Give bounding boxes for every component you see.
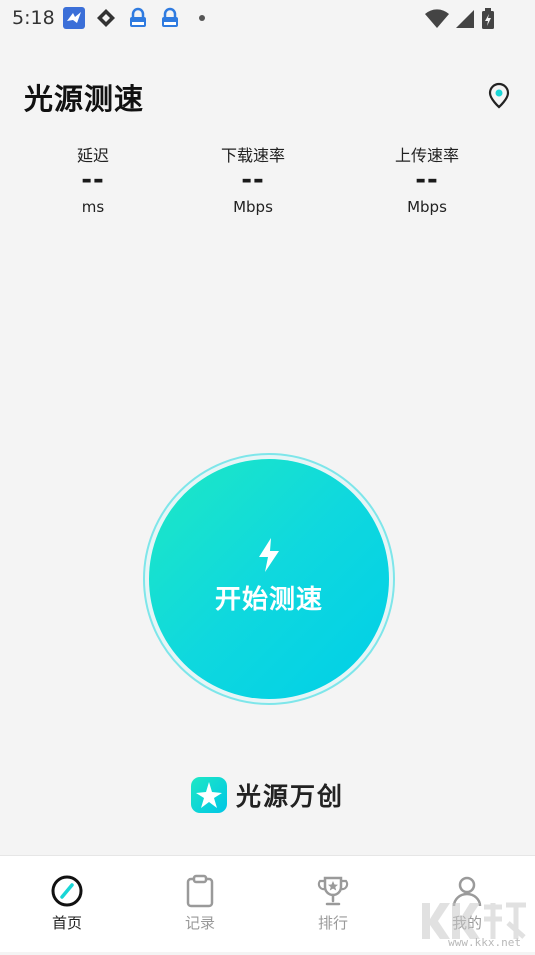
metric-unit: Mbps	[407, 198, 447, 216]
metric-value: --	[241, 165, 265, 195]
metric-unit: ms	[81, 198, 105, 216]
lock-badge-icon	[126, 6, 150, 30]
metric-latency: 延迟 -- ms	[33, 146, 153, 218]
page-title: 光源测速	[24, 82, 145, 116]
nav-label: 记录	[184, 914, 215, 932]
lock-badge-icon	[158, 6, 182, 30]
signal-icon	[455, 9, 475, 33]
status-time: 5:18	[12, 7, 55, 29]
notification-icons	[62, 6, 214, 30]
metric-label: 延迟	[76, 146, 109, 165]
metric-upload: 上传速率 -- Mbps	[367, 146, 487, 218]
metric-value: --	[415, 165, 439, 195]
trophy-icon	[293, 874, 373, 908]
more-dot-icon	[190, 6, 214, 30]
diamond-icon	[94, 6, 118, 30]
metric-download: 下载速率 -- Mbps	[193, 146, 313, 218]
speedometer-icon	[27, 874, 107, 908]
bolt-icon	[256, 537, 282, 573]
metric-unit: Mbps	[233, 198, 273, 216]
location-pin-icon[interactable]	[487, 82, 511, 110]
clipboard-icon	[160, 874, 240, 908]
wifi-icon	[425, 9, 449, 33]
brand-name: 光源万创	[236, 782, 345, 811]
metric-value: --	[81, 165, 105, 195]
metric-label: 上传速率	[394, 146, 459, 165]
brand: 光源万创	[190, 776, 344, 814]
start-test-label: 开始测速	[214, 584, 323, 615]
nav-item-home[interactable]: 首页	[27, 874, 107, 933]
speed-metrics: 延迟 -- ms 下载速率 -- Mbps 上传速率 -- Mbps	[0, 146, 535, 226]
nav-label: 排行	[317, 914, 348, 932]
start-test-button[interactable]: 开始测速	[149, 459, 389, 699]
nav-item-ranking[interactable]: 排行	[293, 874, 373, 933]
sparrow-icon	[62, 6, 86, 30]
status-bar: 5:18	[0, 0, 535, 36]
battery-icon	[481, 8, 495, 34]
watermark-text: www.kkx.net	[448, 936, 521, 949]
metric-label: 下载速率	[220, 146, 285, 165]
system-icons	[425, 8, 495, 34]
nav-label: 首页	[51, 914, 82, 932]
watermark: www.kkx.net	[418, 893, 533, 951]
nav-item-records[interactable]: 记录	[160, 874, 240, 933]
brand-logo-icon	[190, 776, 228, 814]
